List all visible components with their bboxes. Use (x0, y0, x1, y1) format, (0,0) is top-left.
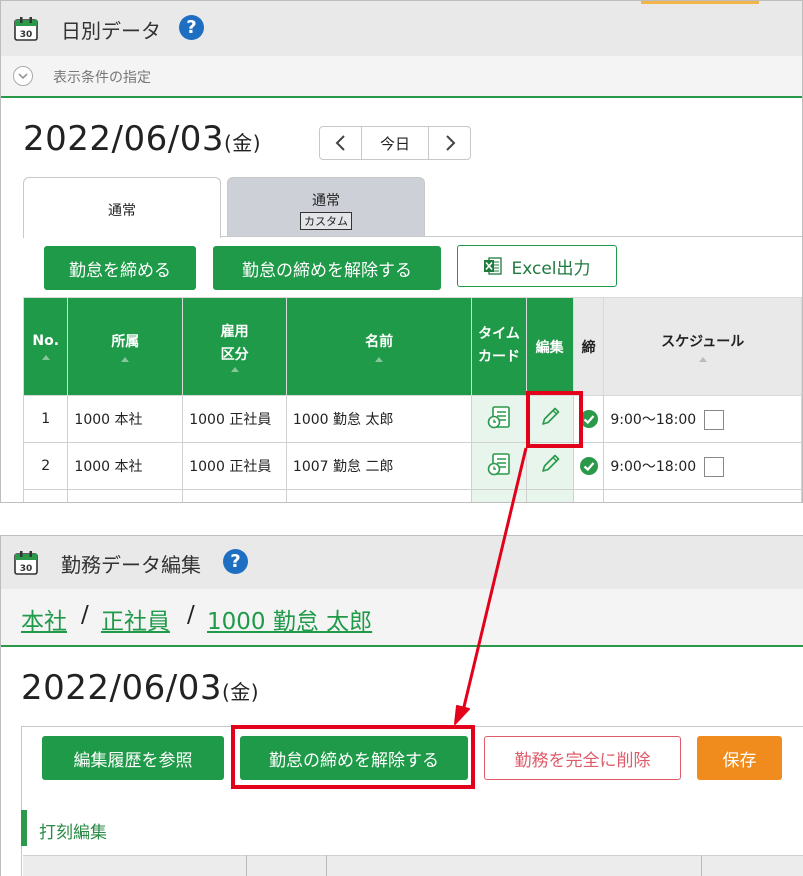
breadcrumb-dept[interactable]: 本社 (21, 602, 67, 636)
timecard-icon[interactable] (471, 442, 527, 490)
unclose-attendance-button[interactable]: 勤怠の締めを解除する (213, 246, 441, 290)
daily-data-panel: 30 日別データ ? 表示条件の指定 2022/06/03(金) 今日 通常 通… (0, 0, 803, 503)
next-day-button[interactable] (428, 127, 470, 159)
tab-normal-custom[interactable]: 通常 カスタム (227, 177, 425, 237)
tab-normal-label: 通常 (108, 203, 136, 219)
view-edit-history-button[interactable]: 編集履歴を参照 (42, 736, 224, 780)
calendar-icon: 30 (13, 16, 39, 42)
punch-edit-table-header (23, 855, 803, 876)
row-schedule: 9:00～18:00 (603, 395, 802, 443)
row-schedule: 9:00～18:00 (603, 442, 802, 490)
prev-day-button[interactable] (320, 127, 362, 159)
schedule-checkbox[interactable] (704, 456, 725, 477)
svg-text:30: 30 (20, 564, 33, 574)
column-divider (326, 855, 327, 876)
tab-custom-sub: カスタム (300, 212, 352, 230)
timecard-icon[interactable] (471, 395, 527, 443)
check-circle-icon (579, 457, 598, 475)
row-name: 1000 勤怠 太郎 (285, 395, 473, 443)
excel-icon (483, 256, 503, 276)
col-schedule[interactable]: スケジュール (603, 297, 802, 396)
col-edit: 編集 (525, 297, 574, 396)
chevron-right-icon (445, 135, 455, 151)
help-icon[interactable]: ? (223, 549, 248, 574)
weekday-text: (金) (221, 680, 260, 704)
table-row: 2 1000 本社 1000 正社員 1007 勤怠 二郎 9:00～18:00 (22, 442, 802, 490)
pencil-icon[interactable] (525, 489, 574, 502)
delete-work-button[interactable]: 勤務を完全に削除 (484, 736, 681, 780)
schedule-checkbox[interactable] (704, 409, 725, 430)
daily-data-table: No. 所属 雇用 区分 名前 タイム カード 編集 締 スケジュール 1 1000… (22, 297, 802, 502)
display-conditions-label: 表示条件の指定 (53, 70, 151, 86)
chevron-left-icon (335, 135, 345, 151)
row-name: 1007 勤怠 二郎 (285, 442, 473, 490)
breadcrumb-person[interactable]: 1000 勤怠 太郎 (207, 602, 372, 636)
display-conditions-toggle[interactable]: 表示条件の指定 (1, 56, 802, 98)
excel-export-label: Excel出力 (511, 258, 591, 279)
today-button[interactable]: 今日 (362, 127, 428, 159)
save-button[interactable]: 保存 (697, 736, 782, 780)
schedule-text: 9:00～18:00 (610, 458, 697, 475)
page-title: 勤務データ編集 (61, 553, 201, 577)
section-marker (21, 810, 27, 846)
current-date: 2022/06/03(金) (23, 119, 261, 159)
table-row: 1 1000 本社 1000 正社員 1000 勤怠 太郎 9:00～18:00 (22, 395, 802, 443)
col-no[interactable]: No. (22, 297, 69, 396)
close-attendance-button[interactable]: 勤怠を締める (44, 246, 196, 290)
highlight-unclose-button (231, 725, 475, 789)
pencil-icon[interactable] (525, 442, 574, 490)
column-divider (246, 855, 247, 876)
excel-export-button[interactable]: Excel出力 (457, 245, 617, 287)
title-bar: 30 勤務データ編集 ? (1, 536, 803, 589)
chevron-down-icon[interactable] (13, 66, 33, 86)
title-bar: 30 日別データ ? (1, 1, 802, 56)
col-closed: 締 (572, 297, 605, 396)
svg-text:30: 30 (20, 30, 33, 40)
current-date: 2022/06/03(金) (21, 668, 259, 708)
page-title: 日別データ (61, 19, 161, 43)
section-title: 打刻編集 (39, 823, 107, 843)
accent-strip (641, 1, 759, 4)
calendar-icon: 30 (13, 550, 39, 576)
col-dept[interactable]: 所属 (67, 297, 184, 396)
table-row-partial (22, 489, 802, 502)
row-no: 2 (22, 442, 69, 490)
breadcrumb-separator: / (187, 602, 195, 628)
column-divider (701, 855, 702, 876)
date-text: 2022/06/03 (21, 668, 222, 708)
work-data-edit-panel: 30 勤務データ編集 ? 本社 / 正社員 / 1000 勤怠 太郎 2022/… (0, 535, 803, 876)
row-type: 1000 正社員 (182, 442, 287, 490)
help-icon[interactable]: ? (179, 15, 204, 40)
breadcrumb-type[interactable]: 正社員 (101, 602, 170, 636)
col-name[interactable]: 名前 (285, 297, 473, 396)
breadcrumb-separator: / (81, 602, 89, 628)
table-header-row: No. 所属 雇用 区分 名前 タイム カード 編集 締 スケジュール (22, 297, 802, 396)
closed-status (572, 442, 605, 490)
col-employment-type[interactable]: 雇用 区分 (182, 297, 287, 396)
row-dept: 1000 本社 (67, 395, 184, 443)
col-timecard: タイム カード (471, 297, 527, 396)
date-navigation: 今日 (319, 126, 471, 160)
tab-normal[interactable]: 通常 (23, 177, 221, 238)
weekday-text: (金) (223, 131, 262, 155)
tab-custom-label: 通常 (312, 193, 340, 209)
date-text: 2022/06/03 (23, 119, 224, 159)
row-dept: 1000 本社 (67, 442, 184, 490)
row-no: 1 (22, 395, 69, 443)
schedule-text: 9:00～18:00 (610, 411, 697, 428)
timecard-icon[interactable] (471, 489, 527, 502)
row-type: 1000 正社員 (182, 395, 287, 443)
highlight-edit-icon (526, 391, 583, 448)
